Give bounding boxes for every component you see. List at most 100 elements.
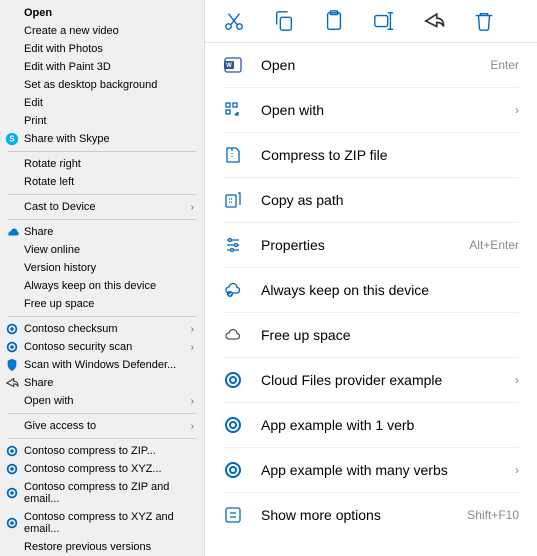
- menu-label: Free up space: [261, 327, 519, 343]
- menu-item[interactable]: Restore previous versions: [0, 538, 204, 556]
- menu-item[interactable]: Print: [0, 112, 204, 130]
- menu-label: Properties: [261, 237, 451, 253]
- menu-item[interactable]: Edit with Photos: [0, 40, 204, 58]
- rename-button[interactable]: [373, 10, 395, 32]
- menu-label: Version history: [24, 262, 96, 274]
- menu-item[interactable]: Edit with Paint 3D: [0, 58, 204, 76]
- bluecircle-icon: [223, 460, 243, 480]
- circle-icon: [5, 322, 19, 336]
- menu-item[interactable]: Scan with Windows Defender...: [0, 356, 204, 374]
- shortcut-label: Alt+Enter: [469, 238, 519, 252]
- menu-label: Contoso security scan: [24, 341, 132, 353]
- delete-button[interactable]: [473, 10, 495, 32]
- menu-item[interactable]: Open: [0, 4, 204, 22]
- word-icon: W: [223, 55, 243, 75]
- menu-item[interactable]: Copy as path: [205, 178, 537, 222]
- menu-label: Edit with Photos: [24, 43, 103, 55]
- circle-icon: [5, 340, 19, 354]
- menu-label: Share: [24, 377, 53, 389]
- menu-item[interactable]: Contoso checksum ›: [0, 320, 204, 338]
- menu-item[interactable]: Create a new video: [0, 22, 204, 40]
- menu-item[interactable]: Show more optionsShift+F10: [205, 493, 537, 537]
- menu-item[interactable]: Compress to ZIP file: [205, 133, 537, 177]
- menu-label: App example with many verbs: [261, 462, 497, 478]
- onedrive-icon: [5, 225, 19, 239]
- shield-icon: [5, 358, 19, 372]
- share-button[interactable]: [423, 10, 445, 32]
- separator: [8, 151, 196, 152]
- menu-item[interactable]: Rotate left: [0, 173, 204, 191]
- cut-button[interactable]: [223, 10, 245, 32]
- chevron-right-icon: ›: [191, 342, 194, 353]
- menu-item[interactable]: App example with many verbs›: [205, 448, 537, 492]
- bluecircle-icon: [223, 415, 243, 435]
- separator: [8, 438, 196, 439]
- menu-item[interactable]: Rotate right: [0, 155, 204, 173]
- menu-item[interactable]: Give access to›: [0, 417, 204, 435]
- menu-item[interactable]: Cast to Device›: [0, 198, 204, 216]
- menu-label: Contoso compress to XYZ and email...: [24, 511, 194, 535]
- menu-label: Cloud Files provider example: [261, 372, 497, 388]
- menu-item[interactable]: Always keep on this device: [0, 277, 204, 295]
- chevron-right-icon: ›: [515, 103, 519, 117]
- legacy-context-menu: Open Create a new video Edit with Photos Ed…: [0, 0, 205, 556]
- menu-item[interactable]: View online: [0, 241, 204, 259]
- paste-button[interactable]: [323, 10, 345, 32]
- menu-item[interactable]: Cloud Files provider example ›: [205, 358, 537, 402]
- menu-label: Free up space: [24, 298, 94, 310]
- menu-item[interactable]: Free up space: [205, 313, 537, 357]
- menu-label: Show more options: [261, 507, 449, 523]
- menu-item[interactable]: WOpenEnter: [205, 43, 537, 87]
- copy-button[interactable]: [273, 10, 295, 32]
- zip-icon: [223, 145, 243, 165]
- modern-context-menu: WOpenEnterOpen with›Compress to ZIP file…: [205, 0, 537, 556]
- menu-item[interactable]: Contoso compress to XYZ and email...: [0, 508, 204, 538]
- menu-item[interactable]: Set as desktop background: [0, 76, 204, 94]
- menu-label: View online: [24, 244, 80, 256]
- menu-item[interactable]: Open with ›: [205, 88, 537, 132]
- menu-item[interactable]: Share: [0, 374, 204, 392]
- menu-label: Share: [24, 226, 53, 238]
- menu-item[interactable]: Open with ›: [0, 392, 204, 410]
- menu-item[interactable]: Free up space: [0, 295, 204, 313]
- menu-label: Give access to: [24, 420, 96, 432]
- menu-item[interactable]: Contoso compress to ZIP...: [0, 442, 204, 460]
- skype-icon: S: [5, 132, 19, 146]
- menu-item[interactable]: Properties Alt+Enter: [205, 223, 537, 267]
- menu-label: Always keep on this device: [261, 282, 519, 298]
- svg-text:W: W: [226, 63, 232, 69]
- circle-icon: [5, 444, 19, 458]
- menu-item[interactable]: Edit: [0, 94, 204, 112]
- menu-item[interactable]: Share: [0, 223, 204, 241]
- separator: [8, 413, 196, 414]
- chevron-right-icon: ›: [515, 373, 519, 387]
- menu-item[interactable]: App example with 1 verb: [205, 403, 537, 447]
- menu-label: Restore previous versions: [24, 541, 151, 553]
- menu-label: Contoso compress to ZIP and email...: [24, 481, 194, 505]
- share-icon: [5, 376, 19, 390]
- menu-item[interactable]: Always keep on this device: [205, 268, 537, 312]
- menu-label: Set as desktop background: [24, 79, 157, 91]
- menu-label: Contoso compress to XYZ...: [24, 463, 162, 475]
- menu-item[interactable]: Version history: [0, 259, 204, 277]
- separator: [8, 316, 196, 317]
- menu-label: Open: [261, 57, 472, 73]
- menu-item[interactable]: Contoso compress to XYZ...: [0, 460, 204, 478]
- chevron-right-icon: ›: [191, 396, 194, 407]
- menu-label: Contoso checksum: [24, 323, 118, 335]
- menu-label: Edit with Paint 3D: [24, 61, 111, 73]
- menu-label: Compress to ZIP file: [261, 147, 519, 163]
- separator: [8, 194, 196, 195]
- chevron-right-icon: ›: [191, 324, 194, 335]
- openwith-icon: [223, 100, 243, 120]
- menu-item[interactable]: Contoso security scan ›: [0, 338, 204, 356]
- menu-label: Open with: [261, 102, 497, 118]
- menu-label: Open with: [24, 395, 74, 407]
- separator: [8, 219, 196, 220]
- menu-item[interactable]: SShare with Skype: [0, 130, 204, 148]
- chevron-right-icon: ›: [191, 202, 194, 213]
- menu-label: Open: [24, 7, 52, 19]
- menu-label: Print: [24, 115, 47, 127]
- menu-item[interactable]: Contoso compress to ZIP and email...: [0, 478, 204, 508]
- copypath-icon: [223, 190, 243, 210]
